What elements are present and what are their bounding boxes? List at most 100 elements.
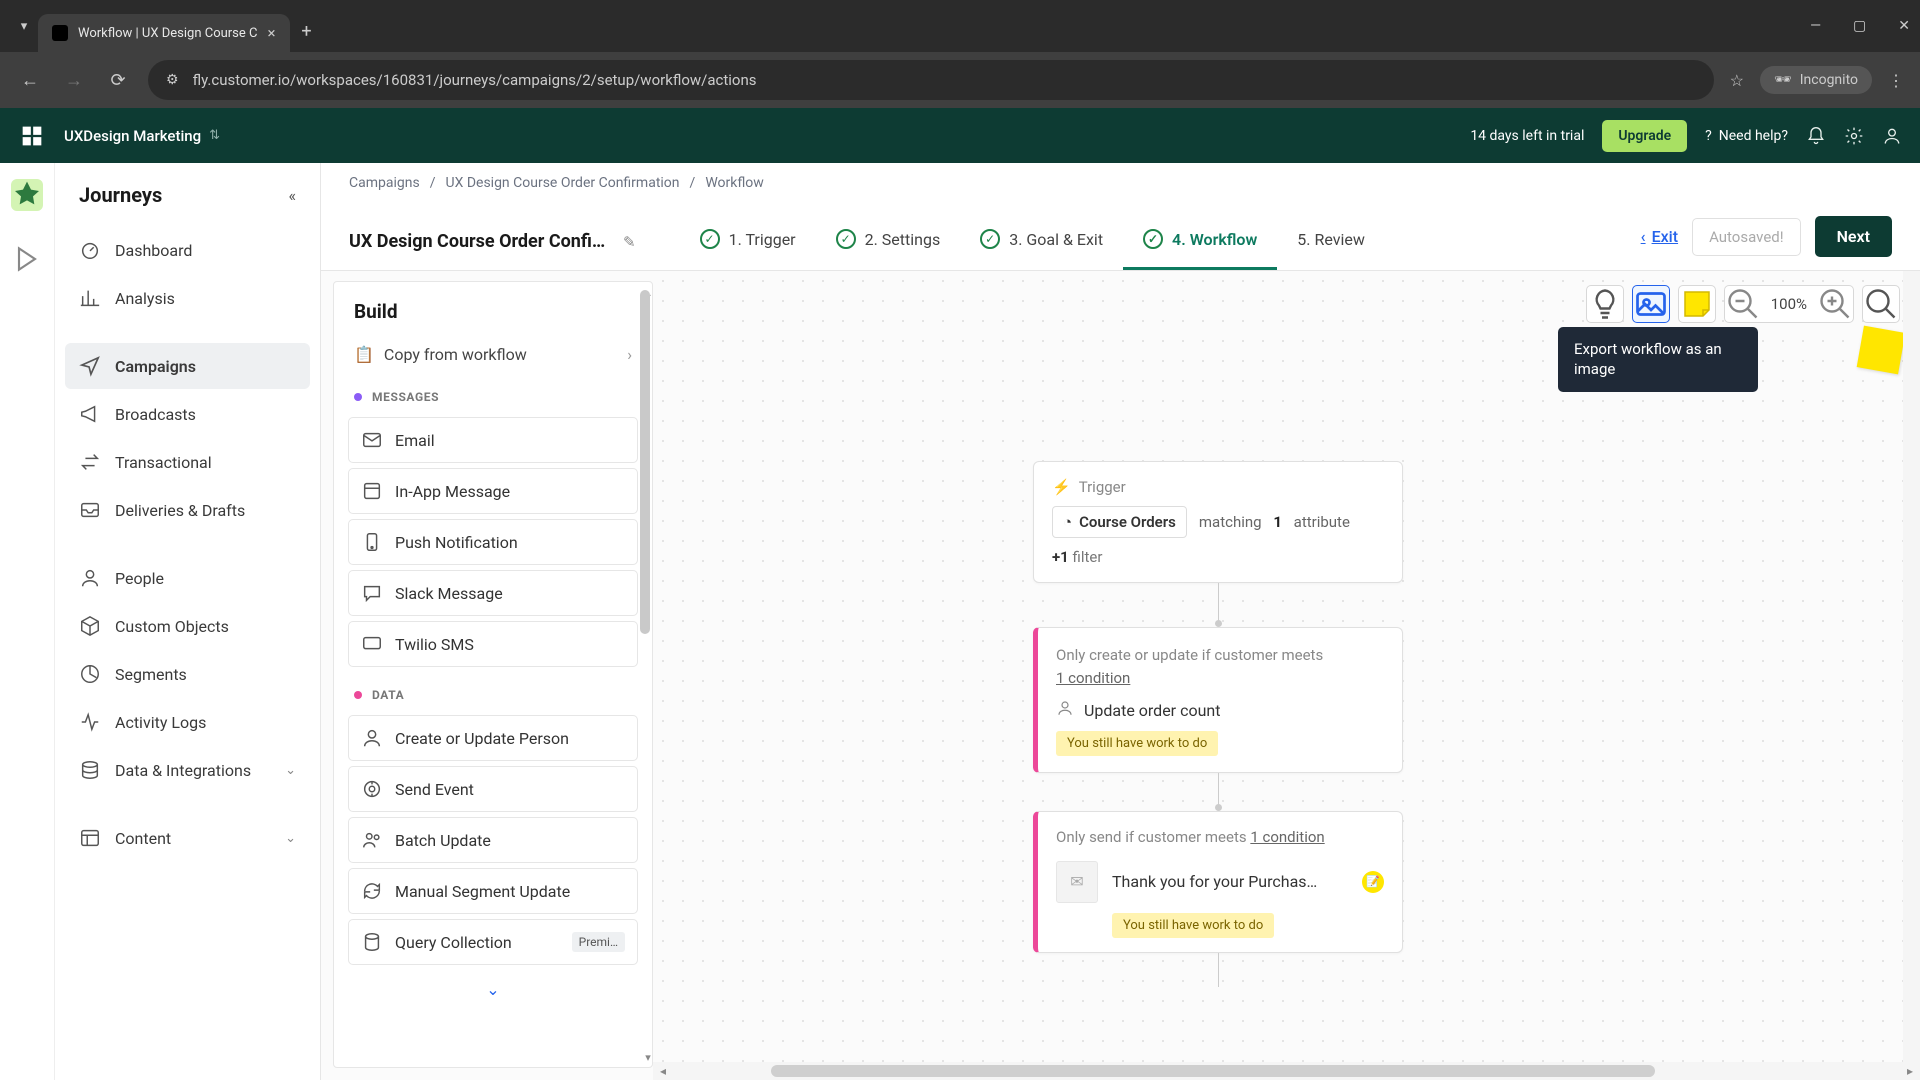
window-minimize-icon[interactable]: — (1810, 18, 1821, 34)
email-node[interactable]: Only send if customer meets 1 condition … (1033, 811, 1403, 953)
workflow-canvas[interactable]: 100% Export workflow as an image ⚡Trigge… (653, 271, 1920, 1080)
sidebar-item-segments[interactable]: Segments (65, 651, 310, 697)
tab-dropdown-icon[interactable]: ▾ (10, 12, 38, 40)
copy-from-workflow-button[interactable]: 📋 Copy from workflow › (348, 335, 638, 374)
sticky-note[interactable] (1857, 326, 1906, 375)
exit-link[interactable]: ‹Exit (1641, 227, 1678, 246)
sidebar-item-label: Custom Objects (115, 617, 229, 636)
rail-journeys-icon[interactable] (11, 179, 43, 211)
note-indicator-icon[interactable]: 📝 (1362, 871, 1384, 893)
block-twilio[interactable]: Twilio SMS (348, 621, 638, 667)
sidebar-item-broadcasts[interactable]: Broadcasts (65, 391, 310, 437)
page-header: UX Design Course Order Confir… ✎ ✓1. Tri… (321, 203, 1920, 271)
help-label: Need help? (1719, 128, 1788, 144)
sidebar-item-label: Segments (115, 665, 187, 684)
database-icon (361, 931, 383, 953)
sidebar-item-data[interactable]: Data & Integrations ⌄ (65, 747, 310, 793)
sidebar-item-label: Broadcasts (115, 405, 196, 424)
sms-icon (361, 633, 383, 655)
breadcrumb-link[interactable]: UX Design Course Order Confirmation (446, 175, 680, 191)
block-slack[interactable]: Slack Message (348, 570, 638, 616)
workspace-switcher[interactable]: UXDesign Marketing ⇅ (64, 127, 220, 145)
segment-chip[interactable]: ◔Course Orders (1052, 506, 1187, 538)
block-push[interactable]: Push Notification (348, 519, 638, 565)
reload-icon[interactable]: ⟳ (104, 66, 132, 94)
browser-tab[interactable]: Workflow | UX Design Course C × (38, 14, 290, 52)
block-email[interactable]: Email (348, 417, 638, 463)
next-button[interactable]: Next (1815, 216, 1892, 257)
step-review[interactable]: 5. Review (1277, 213, 1385, 270)
close-icon[interactable]: × (267, 24, 275, 42)
sidebar-item-transactional[interactable]: Transactional (65, 439, 310, 485)
block-query[interactable]: Query CollectionPremi… (348, 919, 638, 965)
settings-icon[interactable] (1844, 126, 1864, 146)
address-bar[interactable]: ⚙ fly.customer.io/workspaces/160831/jour… (148, 60, 1714, 100)
horizontal-scrollbar[interactable]: ◂ ▸ (653, 1062, 1920, 1080)
export-image-button[interactable] (1632, 285, 1670, 323)
zoom-out-button[interactable] (1725, 286, 1761, 322)
scroll-right-icon[interactable]: ▸ (1900, 1064, 1920, 1078)
lightbulb-button[interactable] (1586, 285, 1624, 323)
breadcrumb-link[interactable]: Campaigns (349, 175, 420, 191)
edit-icon[interactable]: ✎ (623, 233, 636, 251)
trial-status: 14 days left in trial (1470, 128, 1584, 144)
sidebar-item-campaigns[interactable]: Campaigns (65, 343, 310, 389)
step-trigger[interactable]: ✓1. Trigger (680, 213, 816, 270)
app-logo[interactable] (18, 122, 46, 150)
sidebar-item-dashboard[interactable]: Dashboard (65, 227, 310, 273)
pie-icon: ◔ (1063, 513, 1072, 531)
database-icon (79, 759, 101, 781)
step-goal[interactable]: ✓3. Goal & Exit (960, 213, 1123, 270)
sidebar-item-label: Dashboard (115, 241, 192, 260)
search-button[interactable] (1862, 285, 1900, 323)
email-title: Thank you for your Purchas… (1112, 872, 1348, 891)
sticky-note-button[interactable] (1678, 285, 1716, 323)
account-icon[interactable] (1882, 126, 1902, 146)
collapse-sidebar-icon[interactable]: « (288, 186, 296, 205)
sidebar-item-activity[interactable]: Activity Logs (65, 699, 310, 745)
sidebar-item-people[interactable]: People (65, 555, 310, 601)
upgrade-button[interactable]: Upgrade (1602, 120, 1687, 152)
sidebar-item-analysis[interactable]: Analysis (65, 275, 310, 321)
sidebar-item-content[interactable]: Content ⌄ (65, 815, 310, 861)
scrollbar[interactable] (640, 290, 650, 1055)
back-icon[interactable]: ← (16, 66, 44, 94)
sidebar-item-deliveries[interactable]: Deliveries & Drafts (65, 487, 310, 533)
window-close-icon[interactable]: ✕ (1898, 18, 1910, 34)
step-workflow[interactable]: ✓4. Workflow (1123, 213, 1277, 270)
trigger-node[interactable]: ⚡Trigger ◔Course Orders matching 1 attri… (1033, 461, 1403, 583)
browser-menu-icon[interactable]: ⋮ (1888, 71, 1904, 90)
step-settings[interactable]: ✓2. Settings (816, 213, 961, 270)
megaphone-icon (79, 403, 101, 425)
sidebar-title: Journeys (79, 183, 162, 207)
block-segment-update[interactable]: Manual Segment Update (348, 868, 638, 914)
bookmark-icon[interactable]: ☆ (1730, 71, 1744, 90)
sidebar: Journeys « Dashboard Analysis Campaigns … (55, 163, 321, 1080)
block-batch[interactable]: Batch Update (348, 817, 638, 863)
sidebar-item-objects[interactable]: Custom Objects (65, 603, 310, 649)
incognito-badge[interactable]: 🕶 Incognito (1760, 66, 1872, 94)
help-link[interactable]: ? Need help? (1705, 128, 1788, 144)
product-rail (0, 163, 55, 1080)
block-send-event[interactable]: Send Event (348, 766, 638, 812)
person-icon (1056, 699, 1074, 721)
window-icon (361, 480, 383, 502)
update-person-node[interactable]: Only create or update if customer meets … (1033, 627, 1403, 773)
notifications-icon[interactable] (1806, 126, 1826, 146)
expand-down-button[interactable]: ⌄ (348, 970, 638, 1009)
zoom-in-button[interactable] (1817, 286, 1853, 322)
incognito-label: Incognito (1800, 72, 1858, 88)
send-icon (79, 355, 101, 377)
new-tab-button[interactable]: + (290, 21, 324, 42)
rail-item-icon[interactable] (11, 243, 43, 275)
block-inapp[interactable]: In-App Message (348, 468, 638, 514)
window-maximize-icon[interactable]: ▢ (1853, 18, 1866, 34)
vertical-scrollbar[interactable] (1903, 271, 1920, 1062)
canvas-toolbar: 100% (1586, 285, 1900, 323)
tooltip: Export workflow as an image (1558, 327, 1758, 392)
scroll-left-icon[interactable]: ◂ (653, 1064, 673, 1078)
bolt-icon: ⚡ (1052, 478, 1071, 496)
pie-icon (79, 663, 101, 685)
block-create-person[interactable]: Create or Update Person (348, 715, 638, 761)
site-settings-icon[interactable]: ⚙ (166, 72, 179, 88)
